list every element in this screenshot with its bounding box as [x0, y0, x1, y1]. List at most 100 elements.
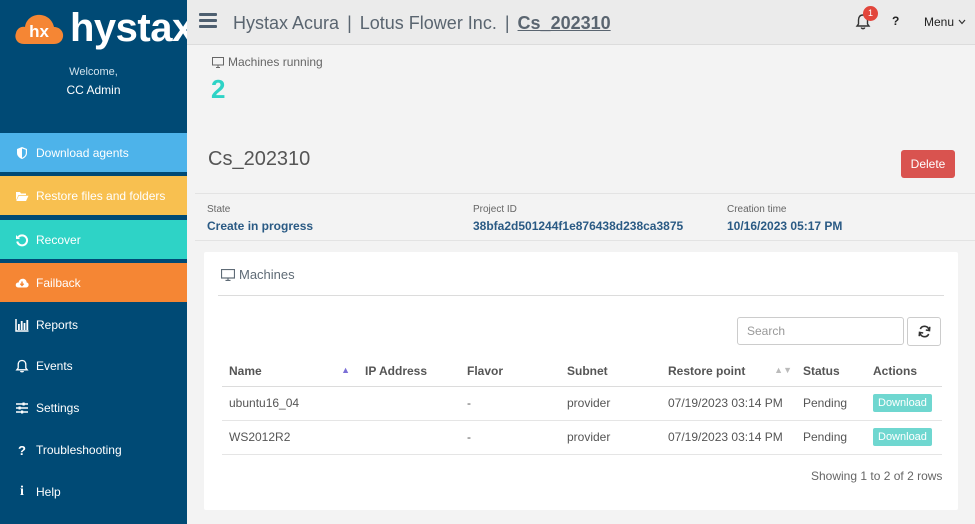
refresh-icon	[917, 325, 931, 338]
chevron-down-icon	[958, 19, 966, 25]
sidebar: hx hystax Welcome, CC Admin Download age…	[0, 0, 194, 524]
menu-label: Menu	[924, 15, 955, 29]
sidebar-item-label: Recover	[36, 232, 81, 247]
cell-actions: Download	[866, 420, 942, 455]
help-button[interactable]: ?	[892, 14, 899, 28]
shield-icon	[14, 145, 30, 161]
cell-ip	[358, 386, 460, 421]
monitor-icon	[212, 56, 224, 68]
cell-status: Pending	[796, 386, 866, 421]
cell-restore-point: 07/19/2023 03:14 PM	[661, 386, 796, 421]
sidebar-item-failback[interactable]: Failback	[0, 263, 187, 302]
project-title: Cs_202310	[208, 148, 311, 170]
sidebar-item-label: Events	[36, 359, 73, 373]
sidebar-item-label: Download agents	[36, 145, 129, 160]
question-icon: ?	[18, 442, 26, 458]
cell-name: ubuntu16_04	[222, 386, 358, 421]
bar-chart-icon	[14, 317, 30, 333]
column-header-subnet: Subnet	[560, 356, 661, 387]
project-id-field: Project ID 38bfa2d501244f1e876438d238ca3…	[473, 204, 683, 233]
table-header-row: Name ▲ IP Address Flavor Subnet Restore p…	[222, 356, 942, 387]
breadcrumb-separator: |	[347, 13, 352, 33]
project-id-value: 38bfa2d501244f1e876438d238ca3875	[473, 219, 684, 233]
breadcrumb-organization[interactable]: Hystax Acura	[233, 13, 339, 33]
column-header-actions: Actions	[866, 356, 942, 387]
folder-open-icon	[14, 188, 30, 204]
sidebar-item-events[interactable]: Events	[0, 346, 187, 386]
sidebar-item-label: Troubleshooting	[36, 443, 122, 457]
column-header-flavor: Flavor	[460, 356, 560, 387]
sidebar-item-download-agents[interactable]: Download agents	[0, 133, 187, 172]
machines-running-count: 2	[211, 74, 226, 104]
sidebar-item-label: Restore files and folders	[36, 188, 166, 203]
machines-table: Name ▲ IP Address Flavor Subnet Restore p…	[222, 356, 942, 455]
project-id-label: Project ID	[473, 204, 517, 215]
top-bar: Hystax Acura | Lotus Flower Inc. | Cs_20…	[187, 0, 975, 45]
project-info-bar: State Create in progress Project ID 38bf…	[195, 193, 975, 241]
logo-wordmark: hystax	[70, 6, 194, 50]
column-header-ip: IP Address	[358, 356, 460, 387]
state-value: Create in progress	[207, 219, 314, 233]
menu-dropdown[interactable]: Menu	[924, 15, 966, 29]
column-header-status: Status	[796, 356, 866, 387]
sort-ascending-icon: ▲	[341, 365, 350, 375]
breadcrumb: Hystax Acura | Lotus Flower Inc. | Cs_20…	[233, 13, 611, 34]
info-icon: i	[20, 484, 24, 499]
cell-flavor: -	[460, 386, 560, 421]
sidebar-item-restore-files[interactable]: Restore files and folders	[0, 176, 187, 215]
hamburger-menu-icon[interactable]	[199, 13, 217, 29]
download-button[interactable]: Download	[873, 394, 932, 412]
column-header-name[interactable]: Name ▲	[222, 356, 358, 387]
hystax-logo[interactable]: hx hystax	[14, 6, 194, 50]
machines-panel-title: Machines	[221, 267, 295, 282]
download-button[interactable]: Download	[873, 428, 932, 446]
sidebar-item-label: Help	[36, 485, 61, 499]
refresh-button[interactable]	[907, 317, 941, 346]
cell-ip	[358, 420, 460, 455]
cell-subnet: provider	[560, 386, 661, 421]
logo-cloud-icon: hx	[15, 14, 64, 45]
breadcrumb-project[interactable]: Cs_202310	[518, 13, 611, 33]
sidebar-item-troubleshooting[interactable]: ? Troubleshooting	[0, 430, 187, 470]
panel-divider	[218, 295, 944, 296]
welcome-text: Welcome,	[69, 66, 118, 78]
sidebar-item-reports[interactable]: Reports	[0, 305, 187, 345]
machines-panel: Machines Name▲ IP Address Flavor Subnet …	[204, 252, 958, 510]
breadcrumb-customer[interactable]: Lotus Flower Inc.	[360, 13, 497, 33]
creation-time-label: Creation time	[727, 204, 787, 215]
cell-subnet: provider	[560, 420, 661, 455]
sidebar-item-help[interactable]: i Help	[0, 472, 187, 512]
table-row: WS2012R2 - provider 07/19/2023 03:14 PM …	[222, 420, 942, 455]
state-label: State	[207, 204, 231, 215]
cell-flavor: -	[460, 420, 560, 455]
cloud-download-icon	[14, 275, 30, 291]
sidebar-item-label: Reports	[36, 318, 79, 332]
column-header-restore-point[interactable]: Restore point ▲▼	[661, 356, 796, 387]
table-pagination-info: Showing 1 to 2 of 2 rows	[811, 469, 943, 483]
creation-time-value: 10/16/2023 05:17 PM	[727, 219, 843, 233]
sidebar-item-label: Settings	[36, 401, 80, 415]
cell-restore-point: 07/19/2023 03:14 PM	[661, 420, 796, 455]
notification-count-badge: 1	[863, 6, 878, 21]
monitor-icon	[221, 268, 235, 281]
undo-icon	[14, 232, 30, 248]
machines-running-text: Machines running	[228, 55, 323, 69]
sort-both-icon: ▲▼	[774, 365, 792, 375]
machines-title-text: Machines	[239, 267, 295, 282]
sidebar-item-recover[interactable]: Recover	[0, 220, 187, 259]
cell-status: Pending	[796, 420, 866, 455]
delete-button[interactable]: Delete	[901, 150, 955, 178]
state-field: State Create in progress	[207, 204, 313, 233]
search-input[interactable]	[737, 317, 904, 345]
table-row: ubuntu16_04 - provider 07/19/2023 03:14 …	[222, 386, 942, 421]
bell-icon	[14, 358, 30, 374]
sliders-icon	[14, 400, 30, 416]
logo-badge-text: hx	[29, 22, 49, 41]
sidebar-item-settings[interactable]: Settings	[0, 388, 187, 428]
sidebar-item-label: Failback	[36, 275, 81, 290]
machines-running-label: Machines running	[212, 55, 323, 69]
cell-actions: Download	[866, 386, 942, 421]
creation-time-field: Creation time 10/16/2023 05:17 PM	[727, 204, 842, 233]
user-name: CC Admin	[66, 83, 121, 97]
cell-name: WS2012R2	[222, 420, 358, 455]
